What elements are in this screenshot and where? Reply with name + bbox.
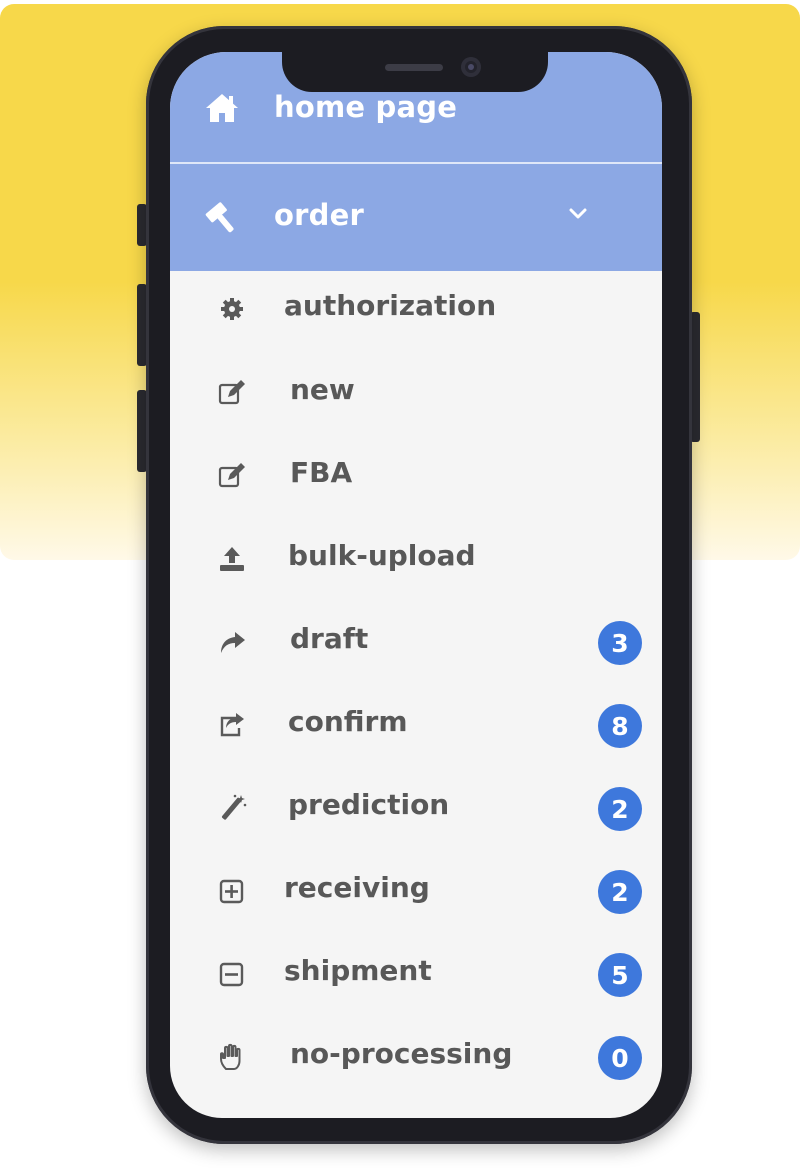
menu-item-label: no-processing: [290, 1037, 513, 1070]
speaker-grille: [385, 64, 443, 71]
menu-item-confirm[interactable]: confirm 8: [170, 687, 662, 767]
count-badge: 5: [598, 953, 642, 997]
plus-square-icon: [216, 875, 248, 907]
edit-icon: [216, 377, 248, 409]
phone-notch: [282, 40, 548, 92]
menu-item-label: receiving: [284, 871, 430, 904]
count-badge: 0: [598, 1036, 642, 1080]
upload-icon: [216, 543, 248, 575]
menu-item-label: shipment: [284, 954, 432, 987]
count-badge: 2: [598, 787, 642, 831]
menu-item-draft[interactable]: draft 3: [170, 604, 662, 684]
menu-item-label: draft: [290, 622, 369, 655]
minus-square-icon: [216, 958, 248, 990]
count-badge: 2: [598, 870, 642, 914]
count-badge: 3: [598, 621, 642, 665]
menu-item-prediction[interactable]: prediction 2: [170, 770, 662, 850]
gavel-icon: [202, 196, 242, 236]
edit-icon: [216, 460, 248, 492]
menu-item-label: authorization: [284, 289, 497, 322]
menu-item-label: new: [290, 373, 355, 406]
nav-order[interactable]: order: [170, 164, 662, 271]
menu-item-new[interactable]: new: [170, 355, 662, 435]
menu-item-label: FBA: [290, 456, 353, 489]
menu-item-label: bulk-upload: [288, 539, 476, 572]
menu-item-label: confirm: [288, 705, 408, 738]
menu-item-receiving[interactable]: receiving 2: [170, 853, 662, 933]
share-arrow-icon: [216, 626, 248, 658]
menu-item-bulk-upload[interactable]: bulk-upload: [170, 521, 662, 601]
magic-wand-icon: [216, 792, 248, 824]
menu-item-authorization[interactable]: authorization: [170, 271, 662, 351]
phone-screen: home page order authorization new FBA bu…: [170, 52, 662, 1118]
hand-icon: [216, 1041, 248, 1073]
camera-icon: [461, 57, 481, 77]
home-icon: [202, 88, 242, 128]
gear-icon: [216, 293, 248, 325]
menu-item-shipment[interactable]: shipment 5: [170, 936, 662, 1016]
nav-home-label: home page: [274, 90, 458, 124]
share-square-icon: [216, 709, 248, 741]
count-badge: 8: [598, 704, 642, 748]
nav-order-label: order: [274, 198, 364, 232]
menu-item-fba[interactable]: FBA: [170, 438, 662, 518]
menu-item-no-processing[interactable]: no-processing 0: [170, 1019, 662, 1099]
chevron-down-icon[interactable]: [566, 202, 590, 226]
menu-item-label: prediction: [288, 788, 450, 821]
